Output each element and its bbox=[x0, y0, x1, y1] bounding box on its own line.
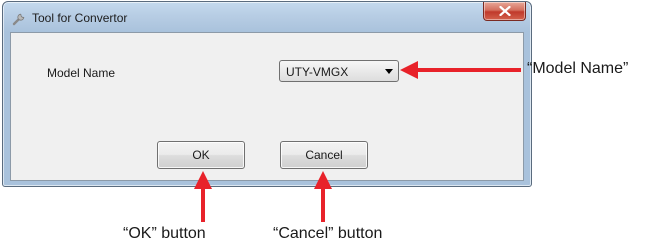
ok-button-arrow bbox=[194, 171, 212, 222]
annotation-arrows bbox=[194, 61, 521, 222]
cancel-button-arrow bbox=[314, 171, 332, 222]
model-name-callout: “Model Name” bbox=[527, 60, 629, 77]
ok-button-callout: “OK” button bbox=[123, 225, 206, 242]
model-name-arrow bbox=[400, 61, 521, 79]
cancel-button-callout: “Cancel” button bbox=[273, 225, 383, 242]
screenshot-stage: Tool for Convertor Model Name UTY-VMGX O… bbox=[0, 0, 668, 248]
